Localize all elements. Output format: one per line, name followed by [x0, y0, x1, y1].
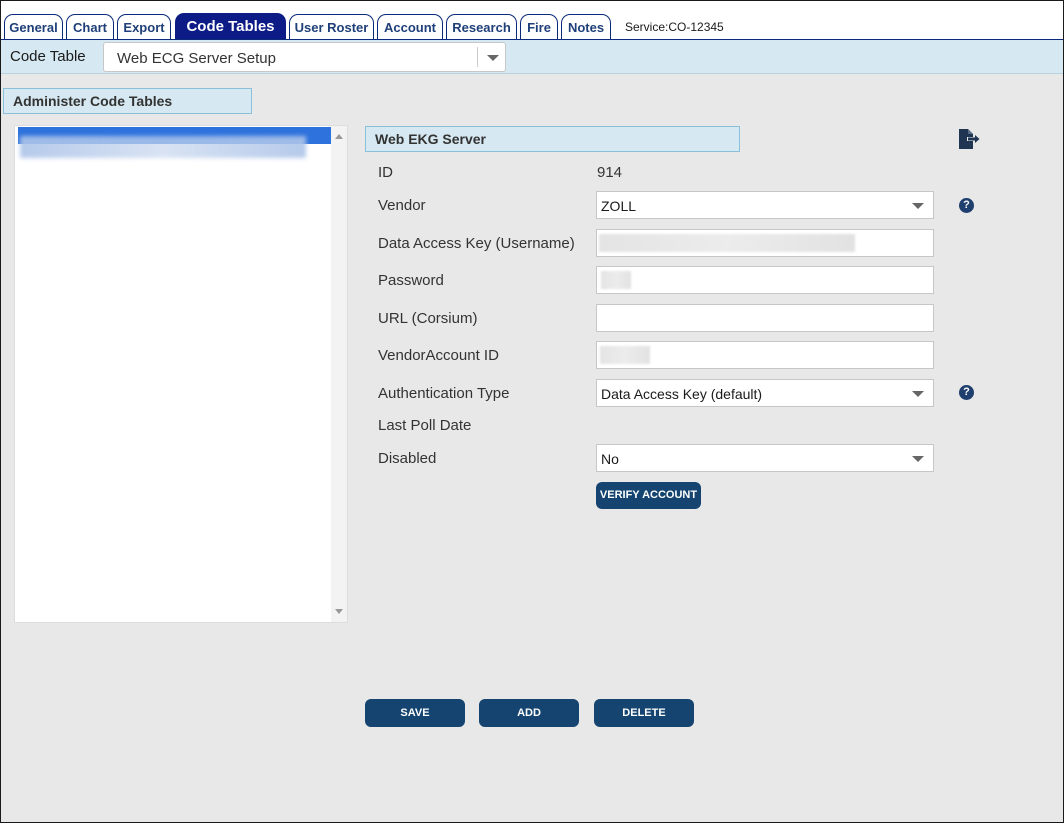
redacted-value [600, 346, 650, 364]
code-table-value: Web ECG Server Setup [117, 50, 276, 67]
service-id: Service:CO-12345 [625, 20, 724, 34]
code-list[interactable] [14, 125, 348, 623]
disabled-label: Disabled [378, 450, 437, 467]
password-input[interactable] [596, 266, 934, 294]
tab-user-roster[interactable]: User Roster [289, 14, 374, 39]
vendor-label: Vendor [378, 197, 426, 214]
code-table-select[interactable]: Web ECG Server Setup [103, 42, 506, 72]
save-button[interactable]: SAVE [365, 699, 465, 727]
auth-type-select[interactable]: Data Access Key (default) [596, 379, 934, 407]
data-access-key-label: Data Access Key (Username) [378, 235, 575, 252]
code-table-strip: Code Table Web ECG Server Setup [1, 40, 1063, 74]
code-table-label: Code Table [10, 48, 86, 65]
list-item-redacted[interactable] [20, 136, 306, 158]
last-poll-label: Last Poll Date [378, 417, 472, 434]
redacted-value [601, 271, 631, 289]
add-button[interactable]: ADD [479, 699, 579, 727]
password-label: Password [378, 272, 444, 289]
redacted-value [599, 234, 855, 252]
data-access-key-input[interactable] [596, 229, 934, 257]
delete-button[interactable]: DELETE [594, 699, 694, 727]
vendor-value: ZOLL [601, 198, 637, 214]
verify-account-button[interactable]: VERIFY ACCOUNT [596, 482, 701, 509]
vendor-help-icon[interactable]: ? [959, 198, 974, 213]
url-label: URL (Corsium) [378, 310, 478, 327]
select-separator [477, 47, 478, 67]
vendor-account-input[interactable] [596, 341, 934, 369]
tab-research[interactable]: Research [446, 14, 517, 39]
vendor-account-label: VendorAccount ID [378, 347, 499, 364]
disabled-select[interactable]: No [596, 444, 934, 472]
tab-code-tables[interactable]: Code Tables [175, 13, 286, 39]
auth-type-help-icon[interactable]: ? [959, 385, 974, 400]
tab-chart[interactable]: Chart [66, 14, 114, 39]
app-window: General Chart Export Code Tables User Ro… [0, 0, 1064, 823]
caret-down-icon[interactable] [487, 55, 499, 61]
id-value: 914 [597, 164, 623, 181]
tab-bar: General Chart Export Code Tables User Ro… [1, 1, 1063, 40]
list-scrollbar[interactable] [331, 126, 347, 622]
auth-type-value: Data Access Key (default) [601, 386, 763, 402]
disabled-value: No [601, 451, 619, 467]
vendor-select[interactable]: ZOLL [596, 191, 934, 219]
url-input[interactable] [596, 304, 934, 332]
tab-account[interactable]: Account [377, 14, 443, 39]
id-label: ID [378, 164, 393, 181]
caret-down-icon[interactable] [912, 456, 924, 462]
tab-fire[interactable]: Fire [520, 14, 558, 39]
auth-type-label: Authentication Type [378, 385, 510, 402]
tab-export[interactable]: Export [117, 14, 171, 39]
tab-notes[interactable]: Notes [561, 14, 611, 39]
tab-general[interactable]: General [4, 14, 63, 39]
caret-down-icon[interactable] [912, 391, 924, 397]
form-header: Web EKG Server [365, 126, 740, 152]
admin-header: Administer Code Tables [3, 88, 252, 114]
scroll-up-icon[interactable] [335, 134, 343, 139]
scroll-down-icon[interactable] [335, 609, 343, 614]
file-export-icon[interactable] [958, 129, 980, 149]
caret-down-icon[interactable] [912, 203, 924, 209]
